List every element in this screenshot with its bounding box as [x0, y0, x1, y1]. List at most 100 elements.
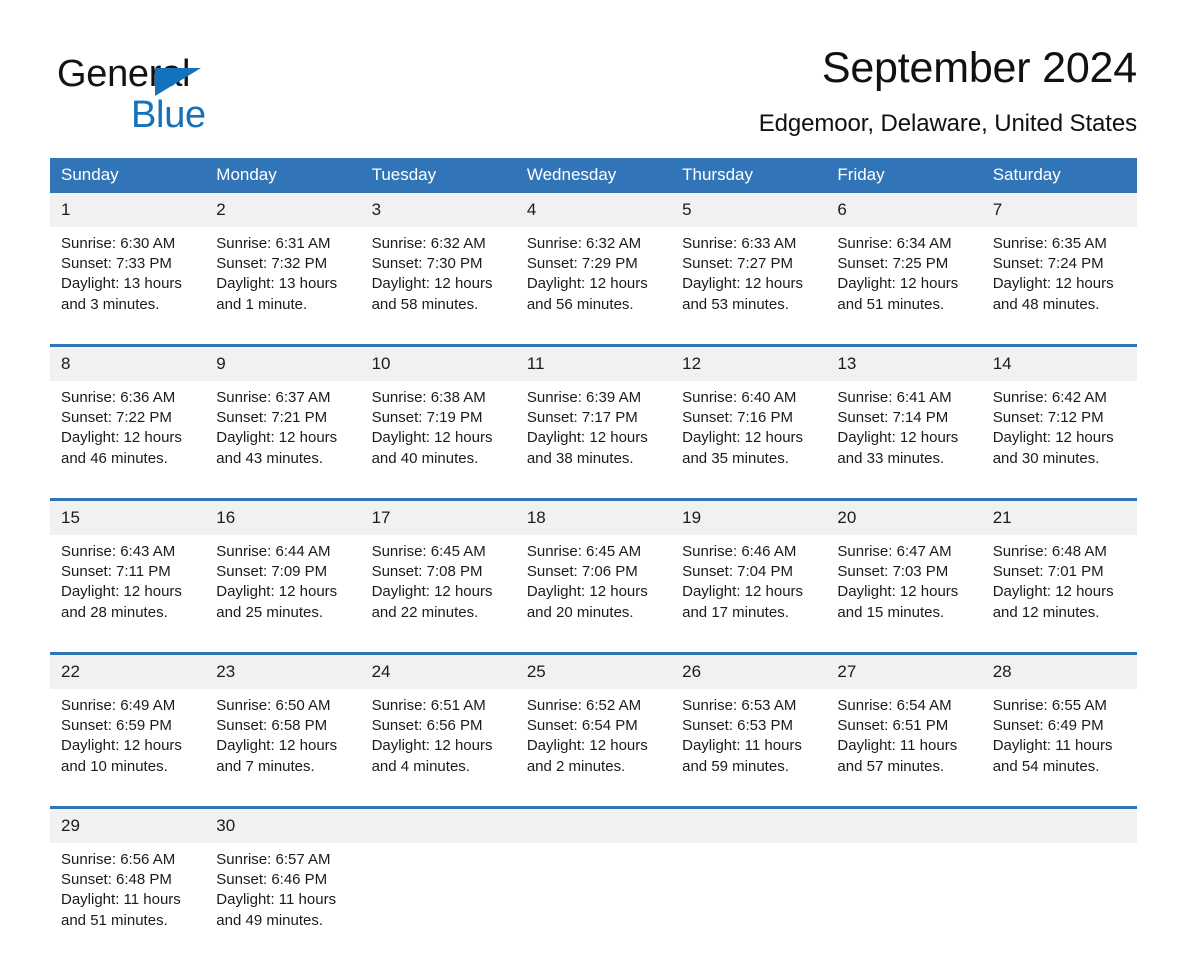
day-number[interactable]: 14 — [981, 344, 1137, 381]
sunrise-text: Sunrise: 6:31 AM — [216, 235, 331, 252]
day-cell[interactable]: Sunrise: 6:36 AM Sunset: 7:22 PM Dayligh… — [50, 381, 206, 500]
day-cell[interactable]: Sunrise: 6:56 AM Sunset: 6:48 PM Dayligh… — [50, 843, 206, 960]
daylight-text-line1: Daylight: 12 hours — [682, 429, 804, 447]
sunrise-text: Sunrise: 6:57 AM — [216, 851, 331, 868]
day-cell[interactable]: Sunrise: 6:52 AM Sunset: 6:54 PM Dayligh… — [515, 689, 672, 808]
day-number[interactable]: 20 — [826, 498, 982, 535]
day-cell[interactable]: Sunrise: 6:53 AM Sunset: 6:53 PM Dayligh… — [671, 689, 827, 808]
day-number[interactable]: 21 — [981, 498, 1137, 535]
day-number[interactable]: 24 — [360, 652, 516, 689]
day-cell-empty — [360, 843, 516, 960]
day-number[interactable]: 11 — [515, 344, 672, 381]
day-cell[interactable]: Sunrise: 6:46 AM Sunset: 7:04 PM Dayligh… — [671, 535, 827, 654]
day-cell[interactable]: Sunrise: 6:39 AM Sunset: 7:17 PM Dayligh… — [515, 381, 672, 500]
sunset-text: Sunset: 7:09 PM — [216, 563, 328, 581]
day-cell[interactable]: Sunrise: 6:48 AM Sunset: 7:01 PM Dayligh… — [981, 535, 1137, 654]
sunrise-text: Sunrise: 6:32 AM — [526, 235, 642, 252]
day-number[interactable]: 30 — [205, 806, 361, 843]
sunset-text: Sunset: 6:48 PM — [61, 871, 172, 889]
day-cell[interactable]: Sunrise: 6:38 AM Sunset: 7:19 PM Dayligh… — [360, 381, 516, 500]
sunrise-text: Sunrise: 6:49 AM — [61, 697, 176, 714]
sunrise-text: Sunrise: 6:47 AM — [837, 543, 952, 560]
week-row-daynumbers: 8 9 10 11 12 13 14 — [50, 344, 1137, 381]
day-number[interactable]: 22 — [50, 652, 206, 689]
daylight-text-line1: Daylight: 12 hours — [837, 275, 959, 293]
day-number[interactable]: 29 — [50, 806, 206, 843]
daylight-text-line1: Daylight: 13 hours — [216, 275, 338, 293]
day-cell[interactable]: Sunrise: 6:40 AM Sunset: 7:16 PM Dayligh… — [671, 381, 827, 500]
sunset-text: Sunset: 7:03 PM — [837, 563, 949, 581]
daylight-text-line1: Daylight: 12 hours — [371, 429, 493, 447]
daylight-text-line1: Daylight: 12 hours — [216, 737, 338, 755]
sunset-text: Sunset: 7:22 PM — [61, 409, 172, 427]
day-number[interactable]: 25 — [515, 652, 672, 689]
general-blue-logo[interactable]: General Blue — [57, 52, 317, 138]
calendar-page: General Blue September 2024 Edgemoor, De… — [0, 0, 1188, 960]
day-number[interactable]: 5 — [671, 193, 827, 227]
day-number-empty — [515, 806, 672, 843]
day-cell[interactable]: Sunrise: 6:32 AM Sunset: 7:30 PM Dayligh… — [360, 227, 516, 346]
day-cell[interactable]: Sunrise: 6:45 AM Sunset: 7:06 PM Dayligh… — [515, 535, 672, 654]
day-number[interactable]: 18 — [515, 498, 672, 535]
day-cell[interactable]: Sunrise: 6:51 AM Sunset: 6:56 PM Dayligh… — [360, 689, 516, 808]
day-cell[interactable]: Sunrise: 6:44 AM Sunset: 7:09 PM Dayligh… — [205, 535, 361, 654]
day-cell[interactable]: Sunrise: 6:37 AM Sunset: 7:21 PM Dayligh… — [205, 381, 361, 500]
day-number[interactable]: 4 — [515, 193, 672, 227]
day-number[interactable]: 16 — [205, 498, 361, 535]
daylight-text-line1: Daylight: 12 hours — [371, 275, 493, 293]
sunrise-text: Sunrise: 6:50 AM — [216, 697, 331, 714]
daylight-text-line1: Daylight: 11 hours — [216, 891, 337, 909]
day-cell[interactable]: Sunrise: 6:31 AM Sunset: 7:32 PM Dayligh… — [205, 227, 361, 346]
week-row-details: Sunrise: 6:30 AM Sunset: 7:33 PM Dayligh… — [50, 227, 1137, 346]
sunset-text: Sunset: 7:06 PM — [526, 563, 638, 581]
day-number[interactable]: 12 — [671, 344, 827, 381]
day-number[interactable]: 2 — [205, 193, 361, 227]
day-cell[interactable]: Sunrise: 6:42 AM Sunset: 7:12 PM Dayligh… — [981, 381, 1137, 500]
daylight-text-line1: Daylight: 12 hours — [526, 737, 648, 755]
day-number[interactable]: 26 — [671, 652, 827, 689]
day-number[interactable]: 3 — [360, 193, 516, 227]
day-cell[interactable]: Sunrise: 6:47 AM Sunset: 7:03 PM Dayligh… — [826, 535, 982, 654]
day-cell[interactable]: Sunrise: 6:55 AM Sunset: 6:49 PM Dayligh… — [981, 689, 1137, 808]
day-number[interactable]: 15 — [50, 498, 206, 535]
logo-triangle-icon — [155, 68, 201, 96]
day-cell[interactable]: Sunrise: 6:54 AM Sunset: 6:51 PM Dayligh… — [826, 689, 982, 808]
day-cell[interactable]: Sunrise: 6:33 AM Sunset: 7:27 PM Dayligh… — [671, 227, 827, 346]
day-number[interactable]: 23 — [205, 652, 361, 689]
daylight-text-line2: and 15 minutes. — [837, 603, 945, 621]
daylight-text-line2: and 59 minutes. — [682, 757, 789, 775]
day-cell[interactable]: Sunrise: 6:41 AM Sunset: 7:14 PM Dayligh… — [826, 381, 982, 500]
day-cell[interactable]: Sunrise: 6:43 AM Sunset: 7:11 PM Dayligh… — [50, 535, 206, 654]
week-row-details: Sunrise: 6:56 AM Sunset: 6:48 PM Dayligh… — [50, 843, 1137, 960]
day-number[interactable]: 1 — [50, 193, 206, 227]
daylight-text-line2: and 22 minutes. — [371, 603, 479, 621]
day-number[interactable]: 13 — [826, 344, 982, 381]
daylight-text-line2: and 57 minutes. — [837, 757, 945, 775]
week-row-daynumbers: 22 23 24 25 26 27 28 — [50, 652, 1137, 689]
day-number[interactable]: 7 — [981, 193, 1137, 227]
day-number[interactable]: 19 — [671, 498, 827, 535]
week-row-daynumbers: 15 16 17 18 19 20 21 — [50, 498, 1137, 535]
day-cell[interactable]: Sunrise: 6:49 AM Sunset: 6:59 PM Dayligh… — [50, 689, 206, 808]
day-number[interactable]: 17 — [360, 498, 516, 535]
day-cell[interactable]: Sunrise: 6:57 AM Sunset: 6:46 PM Dayligh… — [205, 843, 361, 960]
day-number[interactable]: 8 — [50, 344, 206, 381]
day-cell[interactable]: Sunrise: 6:45 AM Sunset: 7:08 PM Dayligh… — [360, 535, 516, 654]
day-cell[interactable]: Sunrise: 6:30 AM Sunset: 7:33 PM Dayligh… — [50, 227, 206, 346]
day-number[interactable]: 28 — [981, 652, 1137, 689]
daylight-text-line1: Daylight: 12 hours — [216, 429, 338, 447]
sunrise-text: Sunrise: 6:40 AM — [682, 389, 797, 406]
day-number[interactable]: 9 — [205, 344, 361, 381]
day-cell[interactable]: Sunrise: 6:32 AM Sunset: 7:29 PM Dayligh… — [515, 227, 672, 346]
day-cell[interactable]: Sunrise: 6:35 AM Sunset: 7:24 PM Dayligh… — [981, 227, 1137, 346]
sunset-text: Sunset: 7:19 PM — [371, 409, 483, 427]
sunset-text: Sunset: 6:54 PM — [526, 717, 638, 735]
day-cell[interactable]: Sunrise: 6:34 AM Sunset: 7:25 PM Dayligh… — [826, 227, 982, 346]
daylight-text-line1: Daylight: 11 hours — [682, 737, 802, 755]
daylight-text-line2: and 54 minutes. — [992, 757, 1100, 775]
day-number[interactable]: 10 — [360, 344, 516, 381]
day-number[interactable]: 6 — [826, 193, 982, 227]
day-cell[interactable]: Sunrise: 6:50 AM Sunset: 6:58 PM Dayligh… — [205, 689, 361, 808]
daylight-text-line1: Daylight: 13 hours — [61, 275, 182, 293]
day-number[interactable]: 27 — [826, 652, 982, 689]
